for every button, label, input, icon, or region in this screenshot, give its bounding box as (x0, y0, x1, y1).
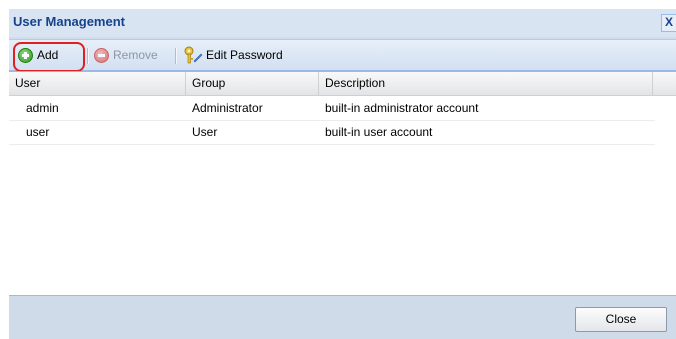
cell-description: built-in user account (325, 125, 433, 139)
toolbar-separator (87, 48, 89, 64)
remove-button[interactable]: Remove (94, 46, 158, 64)
dialog-title: User Management (13, 14, 125, 29)
grid-header: User Group Description (9, 72, 676, 96)
cell-description: built-in administrator account (325, 101, 479, 115)
dialog-footer: Close (9, 295, 676, 339)
remove-icon (94, 47, 109, 63)
add-button[interactable]: Add (18, 46, 58, 64)
add-icon (18, 47, 33, 63)
table-row[interactable]: admin Administrator built-in administrat… (9, 97, 655, 121)
close-icon[interactable]: X (661, 14, 676, 32)
edit-password-button[interactable]: Edit Password (183, 46, 283, 64)
column-header-description[interactable]: Description (319, 72, 653, 95)
cell-user: admin (26, 101, 59, 115)
cell-user: user (26, 125, 50, 139)
users-grid: User Group Description admin Administrat… (9, 71, 676, 295)
toolbar: Add Remove Edit Password (9, 39, 676, 71)
table-row[interactable]: user User built-in user account (9, 121, 655, 145)
close-button[interactable]: Close (575, 307, 667, 332)
cell-group: User (192, 125, 218, 139)
edit-password-label: Edit Password (206, 48, 283, 62)
cell-group: Administrator (192, 101, 263, 115)
column-header-user[interactable]: User (9, 72, 186, 95)
remove-label: Remove (113, 48, 158, 62)
key-icon (184, 46, 203, 64)
add-label: Add (37, 48, 59, 62)
toolbar-separator (175, 48, 177, 64)
column-header-group[interactable]: Group (186, 72, 319, 95)
dialog-titlebar: User Management X (9, 9, 676, 37)
